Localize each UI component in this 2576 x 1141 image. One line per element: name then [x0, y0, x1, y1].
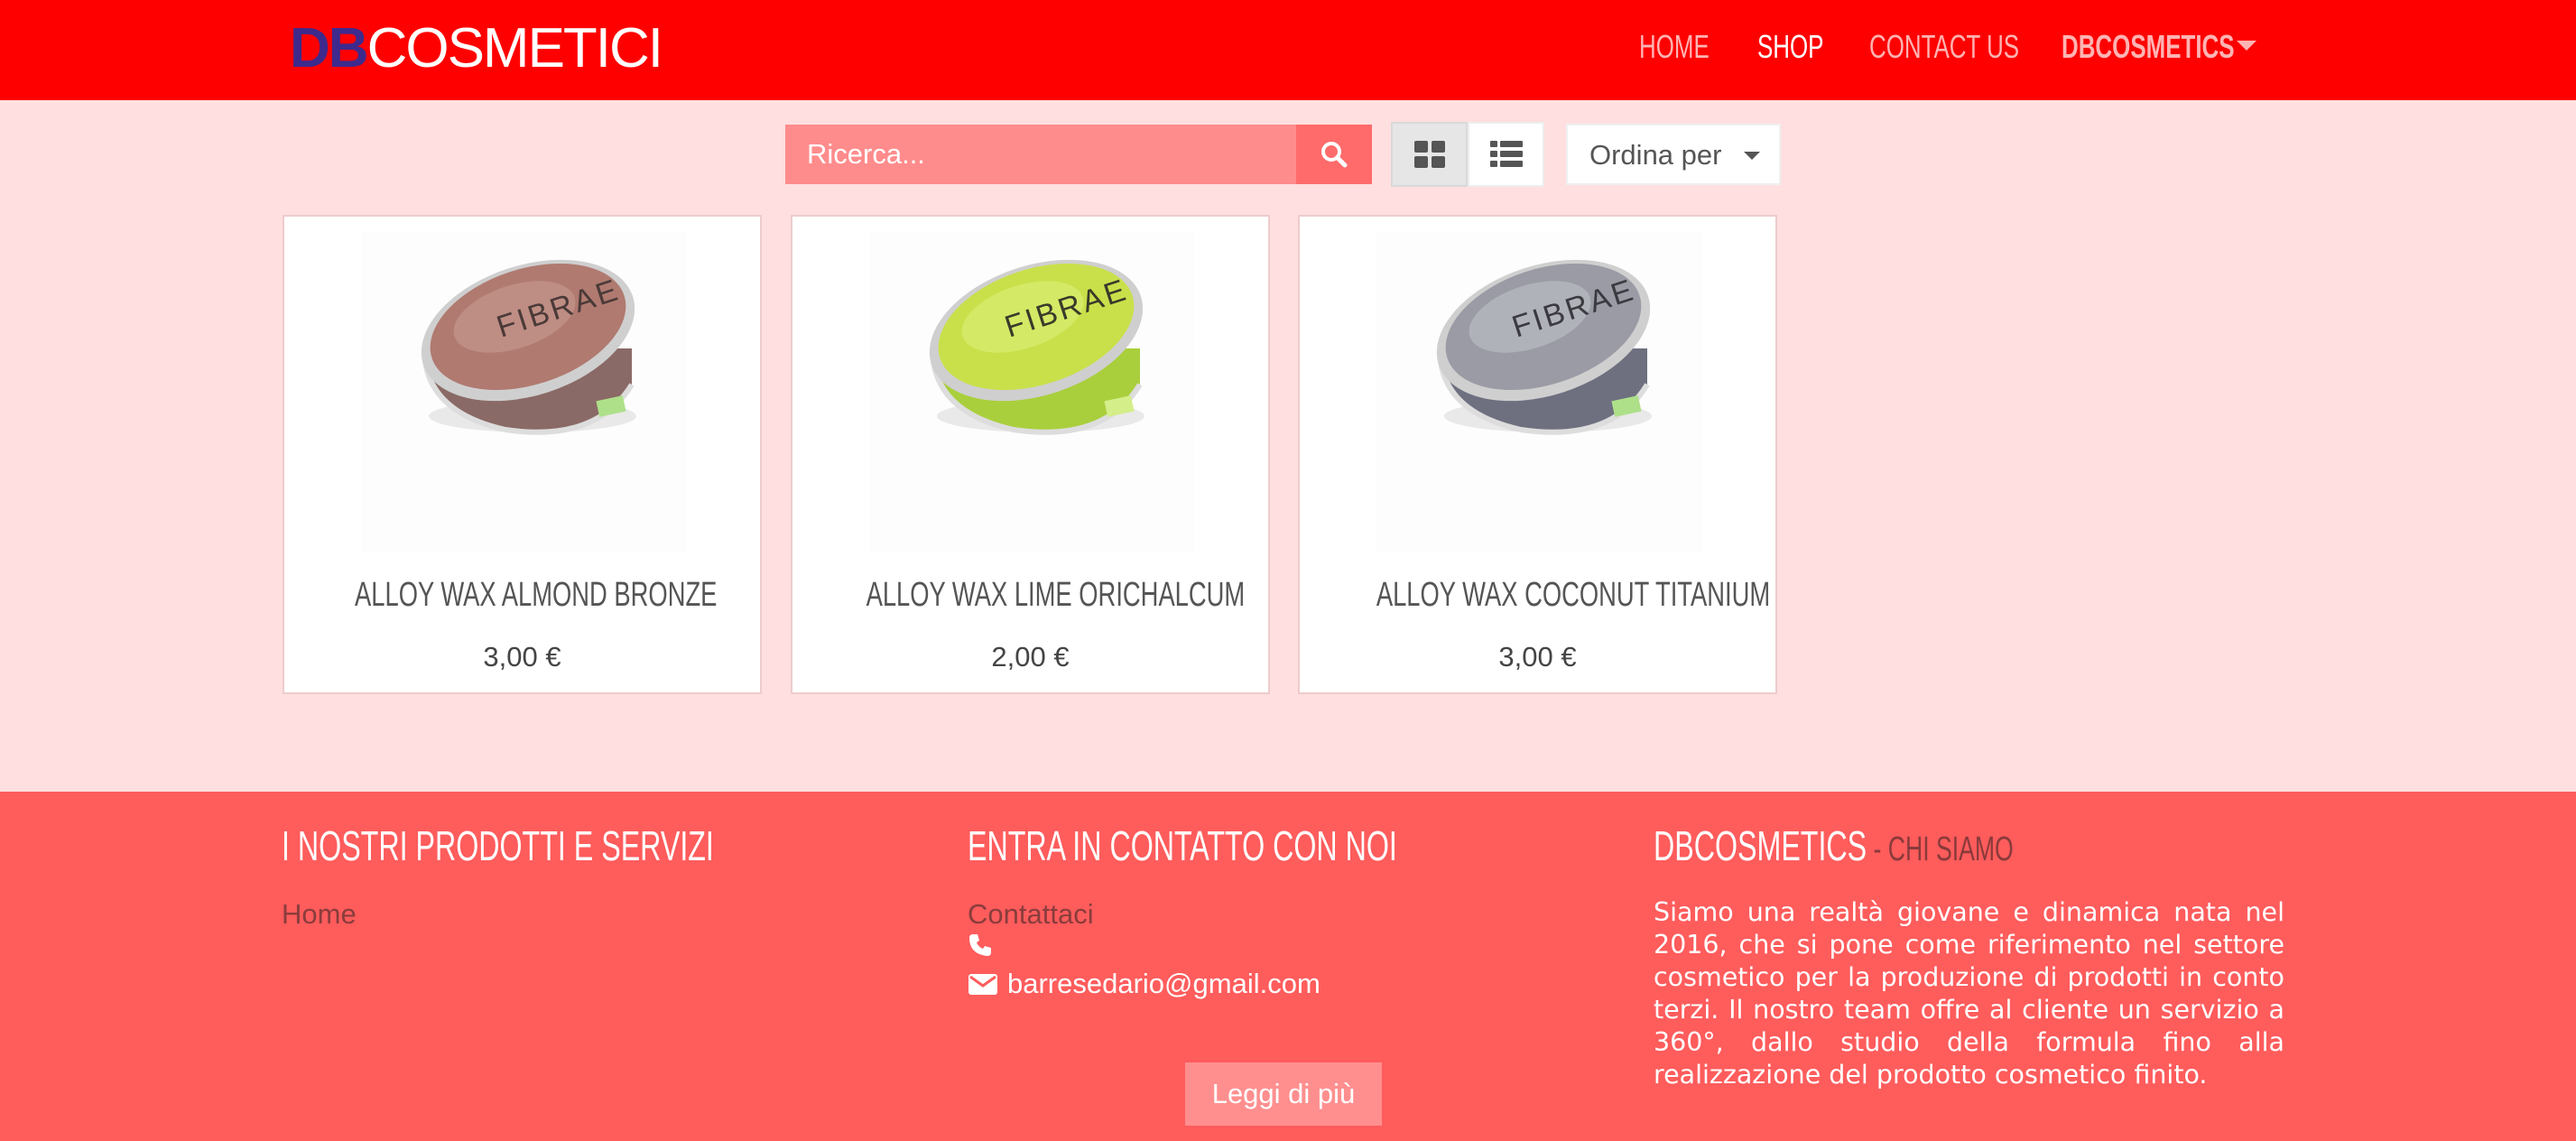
footer-email-address[interactable]: barresedario@gmail.com: [1007, 968, 1320, 1000]
nav-contact-us[interactable]: CONTACT US: [1869, 20, 2019, 74]
footer-link-home[interactable]: Home: [282, 898, 357, 931]
product-image[interactable]: FIBRAE: [361, 231, 687, 552]
wax-jar-titanium-icon: FIBRAE: [1436, 259, 1652, 435]
product-card[interactable]: FIBRAE ALLOY WAX LIME ORICHALCUM 2,00 €: [791, 215, 1270, 694]
wax-jar-bronze-icon: FIBRAE: [421, 259, 636, 435]
list-view-button[interactable]: [1468, 122, 1544, 187]
search-icon: [1321, 142, 1348, 168]
footer-about-text: Siamo una realtà giovane e dinamica nata…: [1654, 897, 2284, 1090]
nav-shop[interactable]: SHOP: [1757, 20, 1823, 74]
footer-phone: [968, 932, 1002, 958]
nav-home[interactable]: HOME: [1639, 20, 1710, 74]
product-card[interactable]: FIBRAE ALLOY WAX COCONUT TITANIUM 3,00 €: [1298, 215, 1777, 694]
search-input[interactable]: [785, 125, 1296, 184]
chevron-down-icon[interactable]: [2237, 41, 2256, 51]
footer-heading-about: DBCOSMETICS - CHI SIAMO: [1654, 819, 2014, 873]
product-title[interactable]: ALLOY WAX LIME ORICHALCUM: [792, 576, 1268, 615]
search-button[interactable]: [1296, 125, 1372, 184]
product-image[interactable]: FIBRAE: [1376, 231, 1702, 552]
phone-icon: [969, 934, 991, 956]
chevron-down-icon: [1744, 152, 1760, 160]
product-title[interactable]: ALLOY WAX COCONUT TITANIUM: [1300, 576, 1775, 615]
read-more-button[interactable]: Leggi di più: [1185, 1062, 1382, 1126]
list-view-icon: [1490, 141, 1523, 167]
footer: I NOSTRI PRODOTTI E SERVIZI Home ENTRA I…: [0, 792, 2576, 1141]
product-card[interactable]: FIBRAE ALLOY WAX ALMOND BRONZE 3,00 €: [283, 215, 762, 694]
grid-view-button[interactable]: [1391, 122, 1468, 187]
footer-heading-products: I NOSTRI PRODOTTI E SERVIZI: [282, 822, 714, 869]
product-price: 3,00 €: [1498, 641, 1577, 673]
sort-dropdown[interactable]: Ordina per: [1566, 124, 1781, 185]
product-image[interactable]: FIBRAE: [869, 231, 1195, 552]
grid-view-icon: [1414, 141, 1445, 168]
navbar: DB COSMETICI HOME SHOP CONTACT US DBCOSME…: [0, 0, 2576, 100]
wax-jar-lime-icon: FIBRAE: [929, 259, 1144, 435]
product-price: 3,00 €: [483, 641, 561, 673]
nav-dbcosmetics-dropdown[interactable]: DBCOSMETICS: [2062, 20, 2235, 74]
footer-about-title: DBCOSMETICS: [1654, 822, 1867, 869]
footer-email[interactable]: barresedario@gmail.com: [968, 968, 1320, 1000]
footer-heading-contact: ENTRA IN CONTATTO CON NOI: [968, 822, 1397, 869]
nav-links: HOME SHOP CONTACT US DBCOSMETICS: [0, 20, 2576, 74]
footer-about-separator: -: [1867, 830, 1888, 868]
product-price: 2,00 €: [991, 641, 1070, 673]
product-title[interactable]: ALLOY WAX ALMOND BRONZE: [284, 576, 760, 615]
sort-label: Ordina per: [1589, 139, 1722, 171]
footer-about-subtitle: CHI SIAMO: [1887, 830, 2014, 868]
envelope-icon: [968, 974, 997, 995]
footer-link-contact[interactable]: Contattaci: [968, 898, 1094, 931]
